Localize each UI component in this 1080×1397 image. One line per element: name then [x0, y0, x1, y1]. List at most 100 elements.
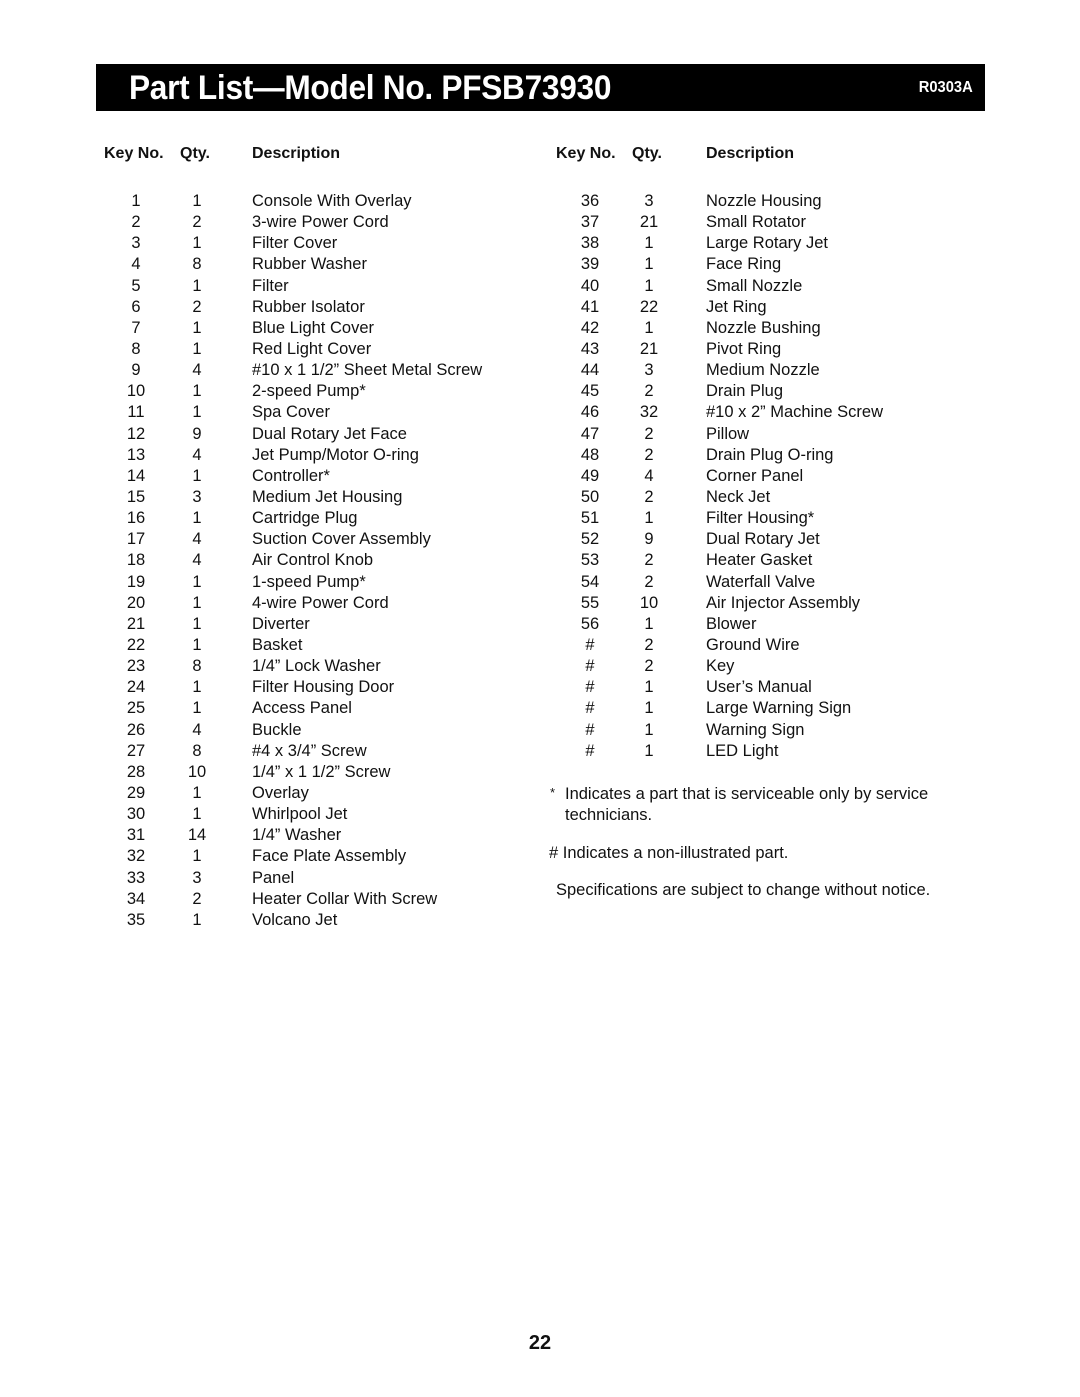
table-row: 30 1 Whirlpool Jet — [96, 804, 526, 825]
part-key-number: # — [585, 699, 595, 718]
page-title: Part List—Model No. PFSB73930 — [129, 69, 612, 107]
table-row: #2 Key — [548, 656, 978, 677]
part-quantity: 1 — [192, 847, 202, 866]
part-description: Nozzle Bushing — [706, 318, 821, 337]
table-row: 6 2 Rubber Isolator — [96, 297, 526, 318]
column-header-key: Key No. — [556, 145, 616, 162]
part-description: 3-wire Power Cord — [252, 213, 389, 232]
part-key-number: 29 — [126, 783, 146, 802]
part-quantity: 3 — [192, 868, 202, 887]
document-code: R0303A — [918, 79, 973, 96]
part-key-number: 21 — [126, 614, 146, 633]
part-description: Face Plate Assembly — [252, 847, 407, 866]
table-row: 41 22 Jet Ring — [548, 297, 978, 318]
part-quantity: 8 — [192, 741, 202, 760]
part-key-number: 12 — [126, 424, 146, 443]
part-quantity: 8 — [192, 657, 202, 676]
part-quantity: 1 — [644, 234, 654, 253]
part-quantity: 2 — [644, 445, 654, 464]
part-quantity: 1 — [644, 509, 654, 528]
part-description: Filter Housing* — [706, 509, 815, 528]
table-row: 18 4 Air Control Knob — [96, 550, 526, 571]
part-description: Air Control Knob — [252, 551, 374, 570]
part-key-number: 41 — [580, 297, 600, 316]
part-quantity: 1 — [644, 741, 654, 760]
part-key-number: 3 — [131, 234, 141, 253]
part-quantity: 21 — [639, 339, 659, 358]
part-description: Jet Pump/Motor O-ring — [252, 445, 419, 464]
part-description: 1/4” x 1 1/2” Screw — [252, 762, 391, 781]
table-row: #1 LED Light — [548, 741, 978, 762]
part-quantity: 1 — [192, 699, 202, 718]
part-key-number: 22 — [126, 635, 146, 654]
part-quantity: 2 — [644, 572, 654, 591]
table-row: 21 1 Diverter — [96, 614, 526, 635]
table-row: 29 1 Overlay — [96, 783, 526, 804]
part-key-number: 23 — [126, 657, 146, 676]
part-description: Access Panel — [252, 699, 352, 718]
part-quantity: 2 — [192, 297, 202, 316]
table-row: 32 1 Face Plate Assembly — [96, 846, 526, 867]
part-key-number: 50 — [580, 487, 600, 506]
part-key-number: 53 — [580, 551, 600, 570]
table-row: 38 1 Large Rotary Jet — [548, 233, 978, 254]
table-row: 16 1 Cartridge Plug — [96, 508, 526, 529]
parts-table-left: Key No. Qty. Description 1 1 Console With … — [96, 143, 526, 931]
part-description: Warning Sign — [706, 720, 805, 739]
part-quantity: 4 — [192, 720, 202, 739]
table-row: 50 2 Neck Jet — [548, 487, 978, 508]
part-quantity: 1 — [192, 466, 202, 485]
part-key-number: 37 — [580, 213, 600, 232]
part-quantity: 3 — [644, 361, 654, 380]
table-row: 37 21 Small Rotator — [548, 212, 978, 233]
column-header-description: Description — [252, 145, 341, 162]
part-description: 1-speed Pump* — [252, 572, 366, 591]
table-row: 22 1 Basket — [96, 635, 526, 656]
part-quantity: 1 — [644, 699, 654, 718]
note-specifications: Specifications are subject to change wit… — [556, 881, 931, 899]
part-description: Large Rotary Jet — [706, 234, 828, 253]
part-quantity: 1 — [644, 614, 654, 633]
part-quantity: 4 — [192, 445, 202, 464]
part-quantity: 4 — [192, 551, 202, 570]
part-quantity: 1 — [192, 339, 202, 358]
part-key-number: 54 — [580, 572, 600, 591]
part-key-number: 20 — [126, 593, 146, 612]
table-row: 53 2 Heater Gasket — [548, 550, 978, 571]
table-row: 11 1 Spa Cover — [96, 402, 526, 423]
part-description: Heater Gasket — [706, 551, 813, 570]
part-description: Large Warning Sign — [706, 699, 852, 718]
part-description: Nozzle Housing — [706, 192, 822, 210]
part-description: Blower — [706, 614, 757, 633]
part-description: Diverter — [252, 614, 310, 633]
table-row: 51 1 Filter Housing* — [548, 508, 978, 529]
part-quantity: 1 — [192, 572, 202, 591]
part-quantity: 1 — [192, 593, 202, 612]
table-row: 25 1 Access Panel — [96, 698, 526, 719]
part-quantity: 2 — [644, 424, 654, 443]
part-description: Rubber Isolator — [252, 297, 365, 316]
part-description: Waterfall Valve — [706, 572, 816, 591]
part-key-number: 52 — [580, 530, 600, 549]
table-row: 35 1 Volcano Jet — [96, 910, 526, 931]
table-row: 27 8 #4 x 3/4” Screw — [96, 741, 526, 762]
table-row: 17 4 Suction Cover Assembly — [96, 529, 526, 550]
part-description: 4-wire Power Cord — [252, 593, 389, 612]
part-description: Filter Cover — [252, 234, 338, 253]
part-key-number: 13 — [126, 445, 146, 464]
part-key-number: 27 — [126, 741, 146, 760]
part-quantity: 22 — [639, 297, 659, 316]
part-description: Medium Nozzle — [706, 361, 820, 380]
part-quantity: 1 — [192, 509, 202, 528]
part-description: 1/4” Washer — [252, 826, 342, 845]
part-quantity: 1 — [192, 614, 202, 633]
table-row: 13 4 Jet Pump/Motor O-ring — [96, 445, 526, 466]
table-row: 33 3 Panel — [96, 868, 526, 889]
part-description: Corner Panel — [706, 466, 804, 485]
table-row: 26 4 Buckle — [96, 720, 526, 741]
column-header-qty: Qty. — [632, 145, 662, 162]
table-row: 42 1 Nozzle Bushing — [548, 318, 978, 339]
part-quantity: 1 — [644, 720, 654, 739]
part-description: Controller* — [252, 466, 330, 485]
part-quantity: 4 — [192, 530, 202, 549]
